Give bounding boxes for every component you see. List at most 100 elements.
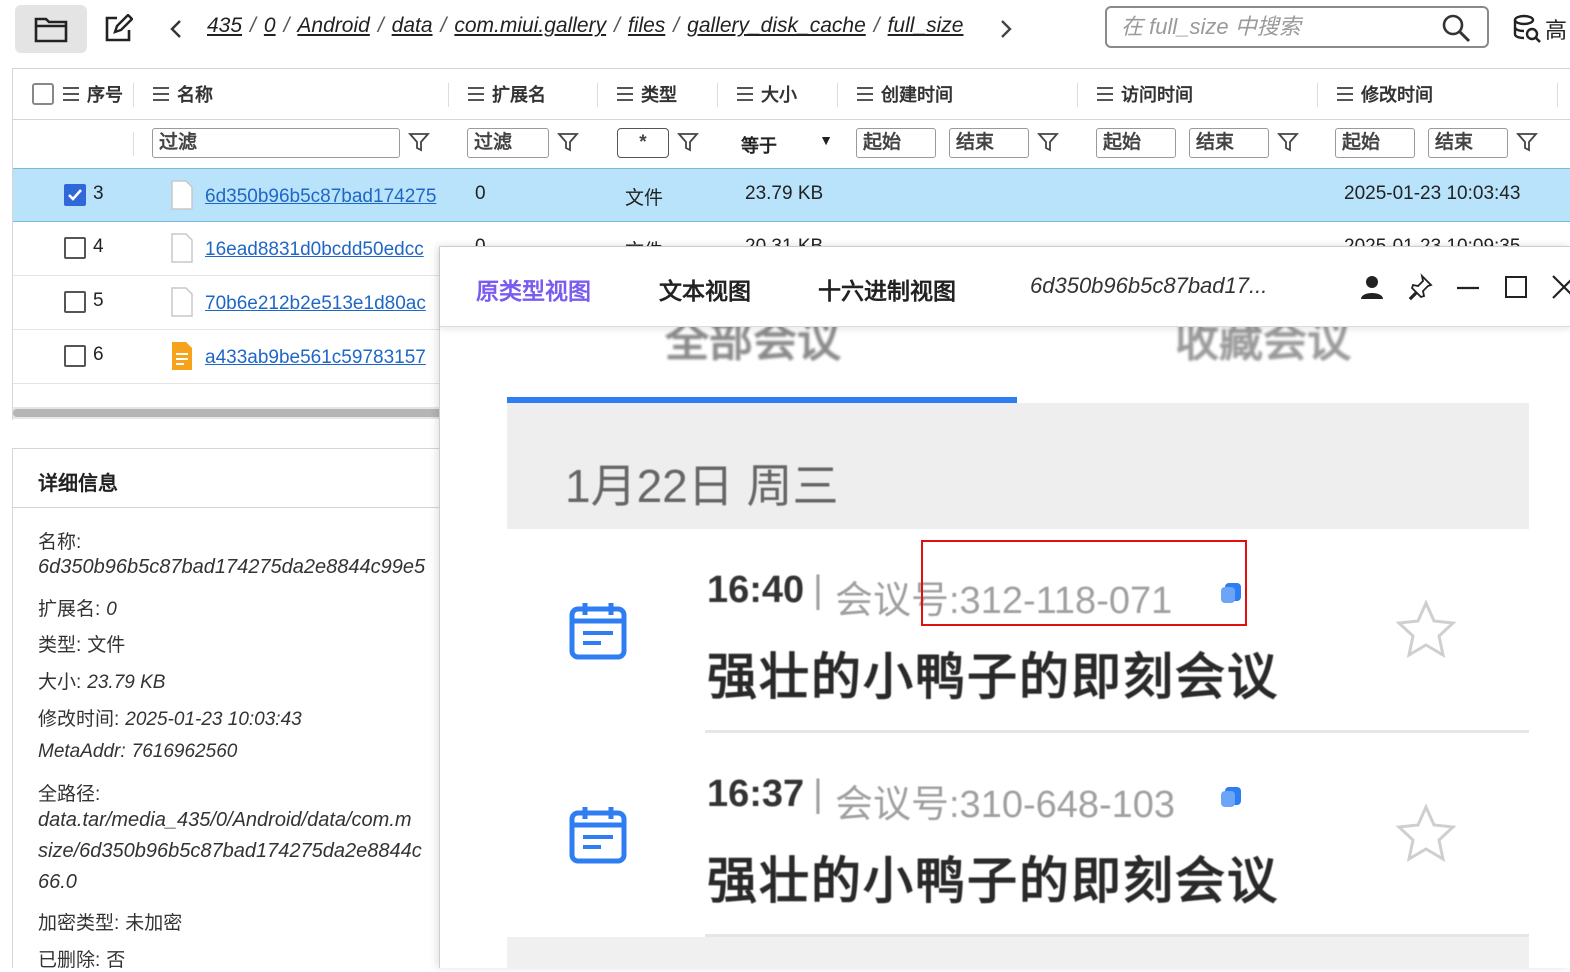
filter-row: 过滤 过滤 * 等于 ▼ 起始 结束 起始 结束 起始 结束 [13, 119, 1570, 169]
close-icon[interactable] [1550, 273, 1570, 301]
breadcrumb-item[interactable]: full_size [888, 14, 964, 38]
file-name-link[interactable]: a433ab9be561c59783157 [205, 347, 426, 369]
search-input[interactable] [1121, 14, 1421, 40]
folder-view-button[interactable] [15, 5, 87, 53]
maximize-icon[interactable] [1502, 273, 1530, 301]
detail-type: 类型: 文件 [38, 635, 126, 656]
filter-icon[interactable] [408, 131, 430, 153]
file-name-link[interactable]: 70b6e212b2e513e1d80ac [205, 293, 426, 315]
meeting-title: 强壮的小鸭子的即刻会议 [707, 649, 1279, 705]
detail-path-label: 全路径: [38, 784, 101, 805]
column-header-size[interactable]: 大小 [737, 69, 797, 119]
row-index: 4 [93, 236, 104, 257]
image-date: 1月22日 周三 [565, 460, 839, 512]
list-icon [153, 87, 169, 101]
row-checkbox[interactable] [64, 291, 86, 313]
star-icon [1395, 803, 1457, 863]
table-row[interactable]: 3 6d350b96b5c87bad174275 0 文件 23.79 KB 2… [13, 168, 1570, 222]
breadcrumb-item[interactable]: com.miui.gallery [454, 14, 606, 38]
column-header-modified[interactable]: 修改时间 [1337, 69, 1433, 119]
accessed-end-input[interactable]: 结束 [1189, 128, 1269, 158]
advanced-search-button[interactable]: 高 [1513, 12, 1570, 46]
file-icon [171, 180, 193, 210]
detail-size: 大小: 23.79 KB [38, 672, 166, 693]
filter-icon[interactable] [677, 131, 699, 153]
meeting-time: 16:40 [707, 569, 805, 611]
accessed-start-input[interactable]: 起始 [1096, 128, 1176, 158]
breadcrumb-item[interactable]: Android [297, 14, 369, 38]
scrollbar-thumb[interactable] [13, 409, 443, 417]
detail-name-value: 6d350b96b5c87bad174275da2e8844c99e5 [38, 556, 426, 578]
row-index: 6 [93, 344, 104, 365]
modified-start-input[interactable]: 起始 [1335, 128, 1415, 158]
filter-icon[interactable] [1277, 131, 1299, 153]
list-icon [1097, 87, 1113, 101]
breadcrumb: 435/ 0/ Android / data / com.miui.gallery /… [207, 14, 964, 38]
copy-icon [1221, 787, 1241, 807]
row-size: 23.79 KB [745, 183, 824, 204]
column-header-type[interactable]: 类型 [617, 69, 677, 119]
name-filter-input[interactable]: 过滤 [152, 128, 400, 158]
list-icon [63, 87, 79, 101]
created-end-input[interactable]: 结束 [949, 128, 1029, 158]
extension-filter-input[interactable]: 过滤 [467, 128, 549, 158]
list-icon [468, 87, 484, 101]
highlight-box [921, 540, 1247, 626]
size-operator-select[interactable]: 等于 ▼ [741, 132, 833, 158]
column-header-name[interactable]: 名称 [153, 69, 213, 119]
created-start-input[interactable]: 起始 [856, 128, 936, 158]
column-header-extension[interactable]: 扩展名 [468, 69, 546, 119]
dropdown-arrow-icon: ▼ [819, 132, 833, 148]
modified-end-input[interactable]: 结束 [1428, 128, 1508, 158]
user-icon[interactable] [1358, 273, 1386, 301]
row-type: 文件 [625, 188, 664, 209]
row-modified: 2025-01-23 10:03:43 [1344, 183, 1521, 204]
image-tab-favorite-meetings: 收藏会议 [1175, 327, 1351, 366]
select-all-checkbox[interactable] [32, 83, 54, 105]
file-name-link[interactable]: 16ead8831d0bcdd50edcc [205, 239, 424, 261]
column-header-created[interactable]: 创建时间 [857, 69, 953, 119]
detail-path-line: size/6d350b96b5c87bad174275da2e8844c [38, 840, 422, 862]
list-icon [1337, 87, 1353, 101]
calendar-icon [569, 807, 627, 864]
minimize-icon[interactable] [1454, 273, 1482, 301]
details-title: 详细信息 [38, 473, 118, 495]
edit-icon [105, 14, 133, 42]
filter-icon[interactable] [1516, 131, 1538, 153]
back-button[interactable] [160, 5, 192, 53]
calendar-icon [569, 603, 627, 660]
row-index: 3 [93, 183, 104, 204]
preview-image: 全部会议 收藏会议 1月22日 周三 16:40 | 会议号:312-118-0… [507, 327, 1529, 969]
meeting-separator: | [813, 773, 823, 815]
column-header-index[interactable]: 序号 [63, 69, 123, 119]
row-extension: 0 [475, 183, 486, 204]
details-panel: 详细信息 名称: 6d350b96b5c87bad174275da2e8844c… [12, 448, 441, 971]
breadcrumb-item[interactable]: gallery_disk_cache [687, 14, 866, 38]
detail-encryption: 加密类型: 未加密 [38, 913, 183, 934]
row-checkbox[interactable] [64, 237, 86, 259]
file-name-link[interactable]: 6d350b96b5c87bad174275 [205, 186, 436, 208]
row-checkbox[interactable] [64, 345, 86, 367]
tab-native-view[interactable]: 原类型视图 [476, 272, 591, 306]
column-header-accessed[interactable]: 访问时间 [1097, 69, 1193, 119]
pin-icon[interactable] [1406, 273, 1434, 301]
tab-hex-view[interactable]: 十六进制视图 [818, 272, 956, 306]
detail-name-label: 名称: [38, 532, 82, 553]
type-filter-input[interactable]: * [617, 128, 669, 158]
filter-icon[interactable] [1037, 131, 1059, 153]
breadcrumb-item[interactable]: 435 [207, 14, 242, 38]
folder-icon [34, 17, 68, 43]
toolbar: 435/ 0/ Android / data / com.miui.gallery /… [0, 0, 1570, 60]
breadcrumb-item[interactable]: 0 [264, 14, 276, 38]
search-icon[interactable] [1441, 13, 1471, 43]
search-box [1105, 6, 1489, 48]
breadcrumb-item[interactable]: files [628, 14, 665, 38]
filter-icon[interactable] [557, 131, 579, 153]
breadcrumb-item[interactable]: data [392, 14, 433, 38]
row-checkbox[interactable] [64, 184, 86, 206]
row-index: 5 [93, 290, 104, 311]
detail-path-line: data.tar/media_435/0/Android/data/com.m [38, 809, 412, 831]
tab-text-view[interactable]: 文本视图 [659, 272, 751, 306]
forward-button[interactable] [990, 5, 1022, 53]
edit-button[interactable] [96, 5, 140, 53]
